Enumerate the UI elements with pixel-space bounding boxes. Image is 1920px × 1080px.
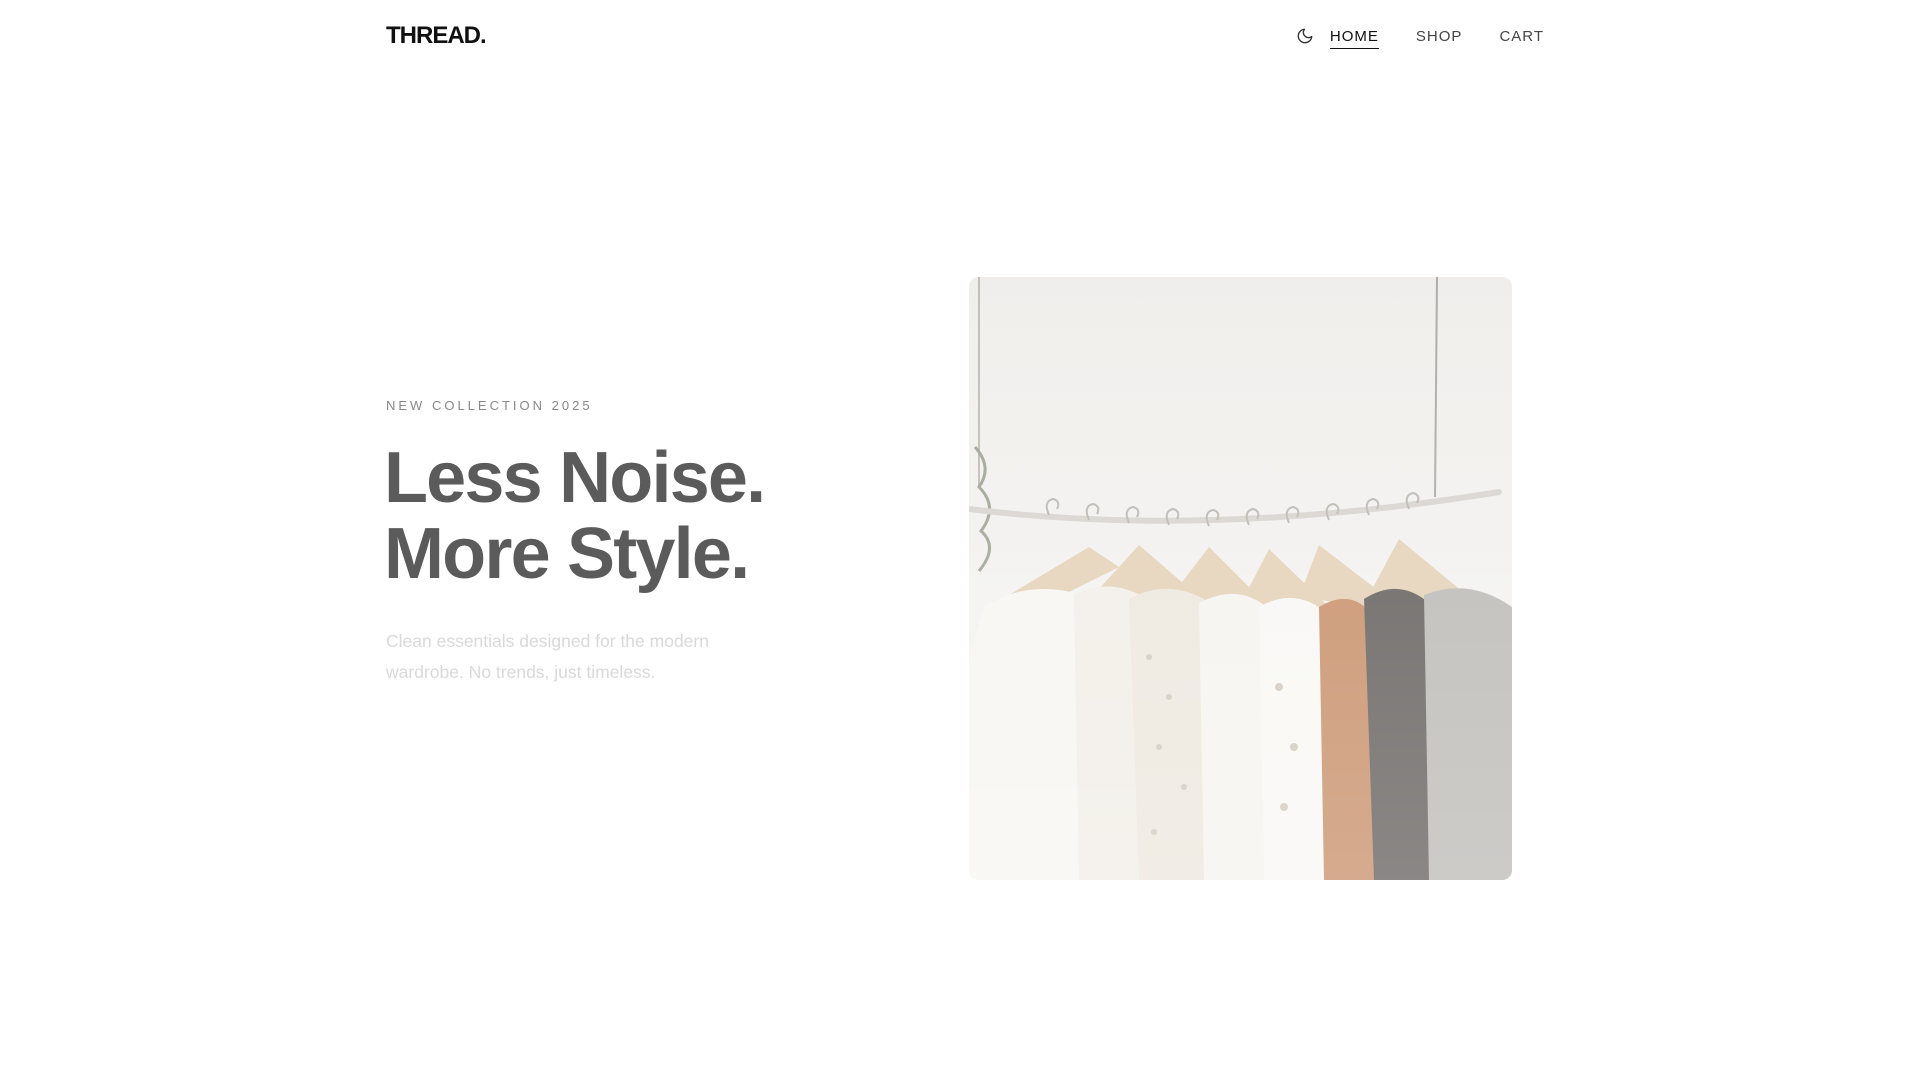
hero-eyebrow: NEW COLLECTION 2025: [386, 398, 593, 413]
page: THREAD. HOME SHOP CART NEW COLLECTION 20…: [0, 0, 1920, 1080]
hero-subtext: Clean essentials designed for the modern…: [386, 631, 709, 682]
brand-logo[interactable]: THREAD.: [386, 22, 487, 50]
moon-icon[interactable]: [1294, 25, 1316, 47]
nav-cart[interactable]: CART: [1499, 24, 1544, 48]
nav-home[interactable]: HOME: [1329, 24, 1379, 49]
main-nav: HOME SHOP CART: [1294, 24, 1544, 49]
hero-image: [969, 277, 1512, 880]
headline-line-1: Less Noise.: [384, 438, 766, 518]
nav-shop[interactable]: SHOP: [1416, 24, 1463, 48]
site-header: THREAD. HOME SHOP CART: [386, 0, 1544, 72]
hero-headline: Less Noise. More Style.: [384, 438, 766, 594]
headline-line-2: More Style.: [384, 514, 750, 594]
